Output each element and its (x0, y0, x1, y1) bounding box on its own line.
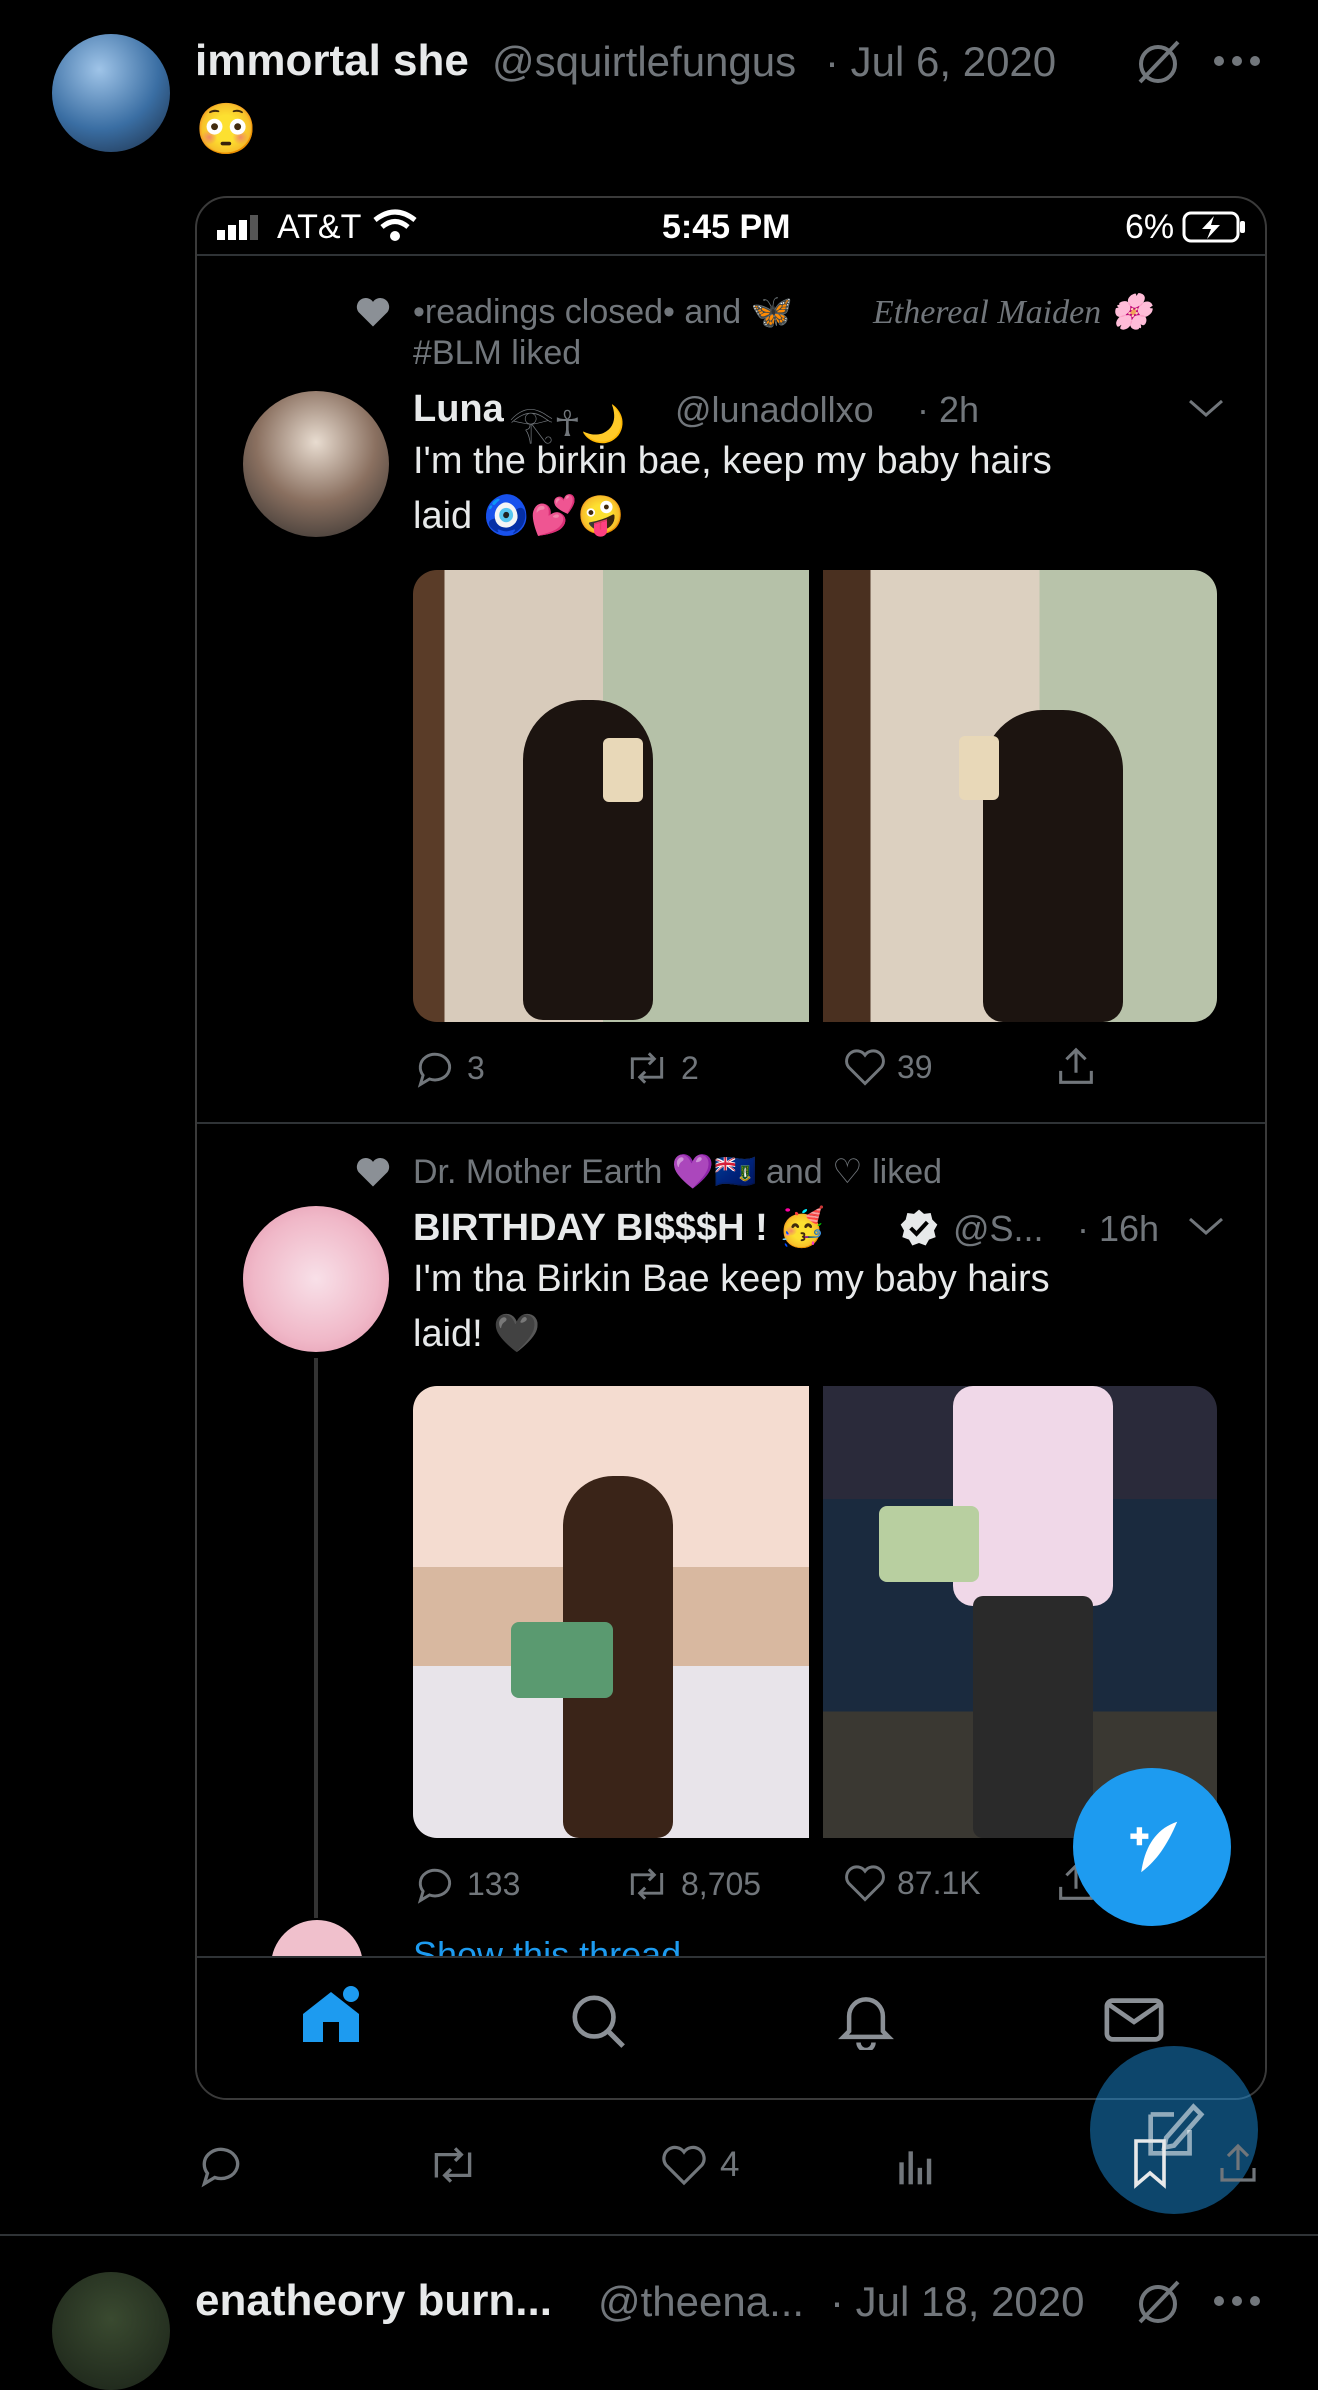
luna-reply-button[interactable]: 3 (413, 1046, 485, 1090)
views-analytics-icon[interactable] (892, 2144, 936, 2188)
birthday-name[interactable]: BIRTHDAY BI$$$H ! 🥳 (413, 1206, 826, 1250)
reply-icon[interactable] (196, 2140, 246, 2190)
chevron-down-icon[interactable] (1187, 1216, 1225, 1238)
wifi-icon (373, 208, 417, 242)
author-handle[interactable]: @squirtlefungus (492, 38, 796, 86)
signal-icon (217, 214, 261, 240)
feather-plus-icon (1130, 1821, 1178, 1873)
author-name[interactable]: immortal she (195, 36, 469, 86)
status-divider (197, 254, 1265, 256)
liked-heart-icon (355, 296, 391, 328)
luna-share-icon[interactable] (1053, 1044, 1099, 1090)
verified-badge-icon (899, 1208, 939, 1248)
figure-silhouette (983, 710, 1123, 1022)
repost-icon[interactable] (426, 2140, 480, 2190)
luna-reply-count: 3 (467, 1049, 485, 1086)
bottom-nav (197, 1956, 1265, 2098)
liked-heart-icon (355, 1156, 391, 1188)
next-post-date[interactable]: · Jul 18, 2020 (830, 2278, 1085, 2326)
status-time: 5:45 PM (662, 208, 791, 246)
birthday-reply-button[interactable]: 133 (413, 1862, 520, 1906)
post-body: 😳 (195, 101, 258, 157)
birthday-photo-1[interactable] (413, 1386, 809, 1838)
luna-retweet-button[interactable]: 2 (623, 1046, 699, 1090)
birthday-avatar[interactable] (243, 1206, 389, 1352)
birthday-reply-count: 133 (467, 1865, 521, 1902)
luna-like-count: 39 (897, 1048, 933, 1085)
luna-avatar[interactable] (243, 391, 389, 537)
attached-screenshot[interactable]: AT&T 5:45 PM 6% •readings closed• and 🦋 … (195, 196, 1267, 2100)
luna-text-line1: I'm the birkin bae, keep my baby hairs (413, 440, 1052, 482)
grok-icon[interactable] (1132, 36, 1184, 88)
next-author-handle[interactable]: @theena... (598, 2278, 804, 2326)
compose-button-translucent[interactable] (1090, 2046, 1258, 2214)
author-avatar[interactable] (52, 34, 170, 152)
birthday-text-line2: laid! 🖤 (413, 1313, 541, 1355)
compose-fab-button[interactable] (1073, 1768, 1231, 1926)
next-author-name[interactable]: enatheory burn... (195, 2276, 552, 2326)
bookmark-icon[interactable] (1126, 2136, 1174, 2190)
post-divider (0, 2234, 1318, 2236)
more-options-icon[interactable] (1212, 54, 1262, 68)
like-button[interactable]: 4 (660, 2142, 739, 2188)
birthday-retweet-count: 8,705 (681, 1865, 762, 1902)
luna-photo-1[interactable] (413, 570, 809, 1022)
social-context-2: Dr. Mother Earth 💜🇻🇬 and ♡ liked (413, 1153, 943, 1191)
luna-handle[interactable]: @lunadollxo (675, 389, 874, 431)
search-icon[interactable] (569, 1992, 627, 2050)
birthday-like-button[interactable]: 87.1K (843, 1862, 981, 1904)
social-context-1b: Ethereal Maiden 🌸 (873, 294, 1153, 331)
birthday-text-line1: I'm tha Birkin Bae keep my baby hairs (413, 1258, 1050, 1300)
handbag-shape (511, 1622, 613, 1698)
social-context-1a: •readings closed• and 🦋 (413, 293, 793, 331)
like-count: 4 (720, 2145, 740, 2184)
grok-icon[interactable] (1132, 2276, 1184, 2328)
carrier-label: AT&T (277, 208, 362, 246)
notifications-bell-icon[interactable] (837, 1990, 895, 2050)
messages-mail-icon[interactable] (1103, 1996, 1165, 2044)
share-icon[interactable] (1214, 2140, 1262, 2188)
birthday-retweet-button[interactable]: 8,705 (623, 1862, 761, 1906)
figure-legs (973, 1596, 1093, 1838)
thread-line (314, 1358, 318, 1918)
more-options-icon[interactable] (1212, 2294, 1262, 2308)
battery-percent: 6% (1125, 208, 1175, 246)
luna-name-symbols: 𓂀☥🌙 (509, 403, 626, 444)
handbag-shape (879, 1506, 979, 1582)
phone-shape (959, 736, 999, 800)
luna-name[interactable]: Luna (413, 388, 504, 431)
luna-like-button[interactable]: 39 (843, 1046, 933, 1088)
battery-charging-icon (1182, 210, 1248, 244)
birthday-like-count: 87.1K (897, 1864, 981, 1901)
chevron-down-icon[interactable] (1187, 398, 1225, 420)
luna-photo-2[interactable] (823, 570, 1217, 1022)
birthday-handle[interactable]: @S... (953, 1208, 1044, 1250)
next-author-avatar[interactable] (52, 2272, 170, 2390)
post-date[interactable]: · Jul 6, 2020 (825, 38, 1056, 86)
luna-text-line2: laid 🧿💕🤪 (413, 495, 625, 537)
tweet-divider (197, 1122, 1265, 1124)
home-icon[interactable] (297, 1984, 365, 2048)
luna-retweet-count: 2 (681, 1049, 699, 1086)
social-context-1c: #BLM liked (413, 334, 582, 372)
phone-shape (603, 738, 643, 802)
luna-time: · 2h (917, 389, 980, 430)
birthday-time: · 16h (1077, 1208, 1160, 1249)
